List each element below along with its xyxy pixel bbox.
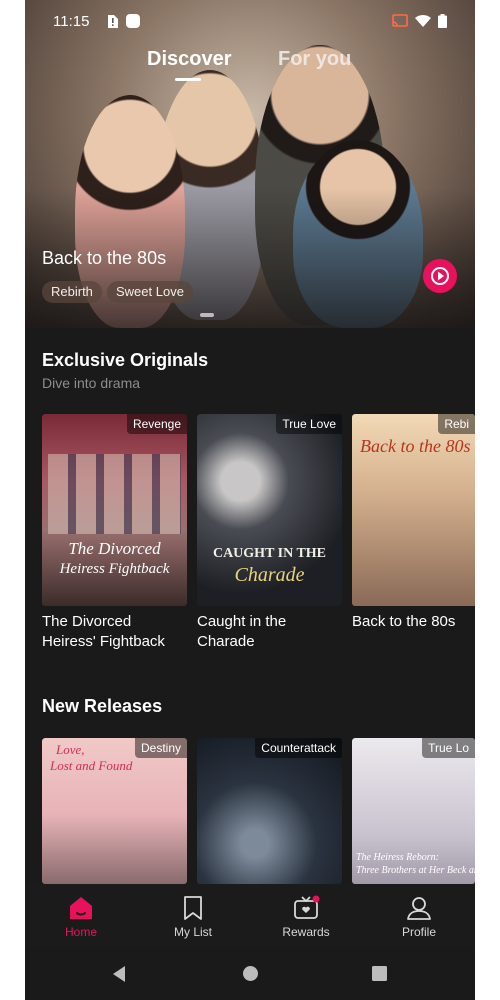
hero-banner[interactable]: 11:15 Discover For you Back to the 80s R…: [25, 0, 475, 328]
nav-home[interactable]: Home: [25, 884, 137, 946]
status-bar: 11:15: [25, 0, 475, 44]
genre-tag: Rebi: [438, 414, 475, 434]
card-title-line-2: Charade: [197, 633, 255, 650]
new-release-card-love-lost-found[interactable]: Love, Lost and Found Destiny: [42, 738, 187, 884]
new-releases-section-title: New Releases: [42, 696, 163, 716]
poster-counterattack: Counterattack: [197, 738, 342, 884]
tab-discover[interactable]: Discover: [147, 48, 232, 71]
poster-heiress-reborn: The Heiress Reborn: Three Brothers at He…: [352, 738, 475, 884]
system-nav-bar: [25, 946, 475, 1000]
hero-play-button[interactable]: [423, 259, 457, 293]
card-title: Back to the 80s: [352, 612, 475, 632]
poster-divorced-heiress: The Divorced Heiress Fightback Revenge: [42, 414, 187, 606]
poster-title-1: CAUGHT IN THE: [212, 546, 327, 561]
play-icon: [431, 267, 449, 285]
new-release-card-counterattack[interactable]: Counterattack: [197, 738, 342, 884]
poster-title-2: Heiress Fightback: [59, 561, 170, 577]
genre-tag: Counterattack: [255, 738, 342, 758]
bookmark-icon: [184, 896, 202, 920]
card-title-line-1: The Divorced: [42, 613, 132, 630]
poster-title-1: The Heiress Reborn:: [356, 852, 439, 863]
notification-dot-icon: [126, 14, 140, 28]
tab-for-you[interactable]: For you: [278, 48, 351, 71]
tab-active-indicator: [175, 78, 201, 81]
poster-back-to-80s: Back to the 80s Rebi: [352, 414, 475, 606]
hero-title: Back to the 80s: [42, 248, 167, 268]
nav-my-list[interactable]: My List: [137, 884, 249, 946]
exclusive-card-back-to-80s[interactable]: Back to the 80s Rebi Back to the 80s: [352, 414, 475, 659]
wifi-icon: [415, 14, 431, 27]
card-title: Caught in the Charade: [197, 612, 342, 652]
nav-profile-label: Profile: [401, 925, 436, 939]
bottom-nav: Home My List Rewards Profile: [25, 884, 475, 946]
new-release-card-heiress-reborn[interactable]: The Heiress Reborn: Three Brothers at He…: [352, 738, 475, 884]
exclusive-section-subtitle: Dive into drama: [42, 375, 141, 391]
genre-tag: Revenge: [126, 414, 187, 434]
poster-love-lost-found: Love, Lost and Found Destiny: [42, 738, 187, 884]
status-time: 11:15: [53, 13, 90, 30]
back-icon[interactable]: [111, 965, 127, 983]
exclusive-card-caught-in-charade[interactable]: CAUGHT IN THE Charade True Love Caught i…: [197, 414, 342, 659]
poster-title-1: The Divorced: [68, 539, 161, 558]
top-tabs: Discover For you: [25, 48, 475, 88]
nav-rewards-label: Rewards: [282, 925, 330, 939]
battery-icon: [438, 14, 447, 28]
nav-home-label: Home: [64, 925, 97, 939]
sim-alert-icon: [108, 15, 118, 28]
hero-tag-rebirth[interactable]: Rebirth: [42, 281, 102, 303]
exclusive-section-title: Exclusive Originals: [42, 350, 209, 370]
hero-tag-sweet-love[interactable]: Sweet Love: [107, 281, 193, 303]
card-title-line-1: Back to the 80s: [352, 613, 456, 630]
genre-tag: True Lo: [422, 738, 475, 758]
genre-tag: Destiny: [134, 738, 187, 758]
app-screen: 11:15 Discover For you Back to the 80s R…: [25, 0, 475, 1000]
profile-icon: [407, 897, 431, 920]
nav-my-list-label: My List: [173, 925, 212, 939]
card-title: The Divorced Heiress' Fightback: [42, 612, 187, 652]
poster-caught-in-charade: CAUGHT IN THE Charade True Love: [197, 414, 342, 606]
nav-profile[interactable]: Profile: [363, 884, 475, 946]
genre-tag: True Love: [276, 414, 342, 434]
poster-title-2: Charade: [234, 564, 305, 586]
exclusive-card-divorced-heiress[interactable]: The Divorced Heiress Fightback Revenge T…: [42, 414, 187, 659]
card-title-line-1: Caught in the: [197, 613, 287, 630]
poster-title-2: Lost and Found: [50, 758, 133, 773]
recents-icon[interactable]: [372, 966, 387, 981]
nav-rewards[interactable]: Rewards: [250, 884, 362, 946]
poster-title-1: Back to the 80s: [360, 436, 471, 456]
rewards-icon: [294, 895, 320, 919]
poster-title-2: Three Brothers at Her Beck and: [356, 865, 475, 876]
carousel-indicator: [200, 313, 214, 317]
home-circle-icon[interactable]: [242, 965, 259, 982]
home-icon: [70, 897, 92, 919]
card-title-line-2: Heiress' Fightback: [42, 633, 165, 650]
cast-icon: [392, 14, 408, 27]
